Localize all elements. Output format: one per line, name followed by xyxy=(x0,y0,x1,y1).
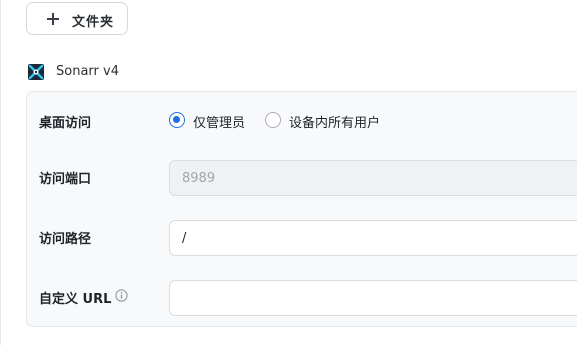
radio-admin-only[interactable] xyxy=(169,112,185,128)
app-name: Sonarr v4 xyxy=(56,64,119,79)
plus-icon xyxy=(47,13,59,25)
radio-all-users[interactable] xyxy=(265,112,281,128)
add-folder-button[interactable]: 文件夹 xyxy=(26,2,128,35)
add-folder-label: 文件夹 xyxy=(72,15,115,30)
access-port-label: 访问端口 xyxy=(39,172,92,187)
info-icon[interactable] xyxy=(115,289,128,302)
desktop-access-label: 桌面访问 xyxy=(39,116,92,131)
custom-url-label: 自定义 URL xyxy=(39,292,112,307)
access-path-label: 访问路径 xyxy=(39,232,92,247)
left-border xyxy=(0,0,1,345)
access-port-input[interactable] xyxy=(169,160,577,196)
radio-admin-only-label[interactable]: 仅管理员 xyxy=(193,112,245,131)
radio-all-users-label[interactable]: 设备内所有用户 xyxy=(289,112,380,131)
sonarr-icon xyxy=(28,64,44,80)
custom-url-input[interactable] xyxy=(169,280,577,316)
access-path-input[interactable] xyxy=(169,220,577,256)
